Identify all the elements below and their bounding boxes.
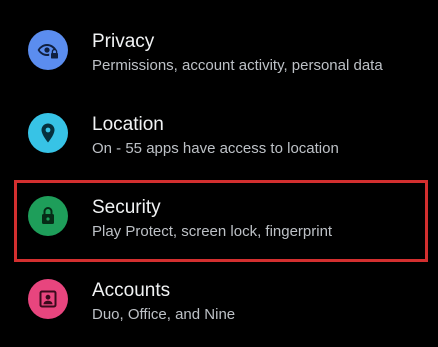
settings-item-subtitle: On - 55 apps have access to location [92,140,339,157]
settings-item-security[interactable]: Security Play Protect, screen lock, fing… [0,177,438,257]
location-pin-glyph [41,123,55,143]
settings-item-privacy[interactable]: Privacy Permissions, account activity, p… [0,11,438,91]
account-box-glyph [39,290,57,308]
eye-lock-glyph [37,44,58,59]
settings-screen: Privacy Permissions, account activity, p… [0,0,438,347]
settings-item-location[interactable]: Location On - 55 apps have access to loc… [0,94,438,174]
settings-item-title: Location [92,114,164,135]
settings-item-accounts[interactable]: Accounts Duo, Office, and Nine [0,260,438,340]
privacy-eye-lock-icon [28,30,68,70]
settings-item-subtitle: Duo, Office, and Nine [92,306,236,323]
settings-item-title: Privacy [92,31,155,52]
settings-item-title: Accounts [92,280,171,301]
settings-item-subtitle: Play Protect, screen lock, fingerprint [92,223,333,240]
settings-item-title: Security [92,197,161,218]
lock-glyph [42,207,54,224]
settings-item-subtitle: Permissions, account activity, personal … [92,57,383,74]
lock-icon [28,196,68,236]
account-box-icon [28,279,68,319]
location-pin-icon [28,113,68,153]
